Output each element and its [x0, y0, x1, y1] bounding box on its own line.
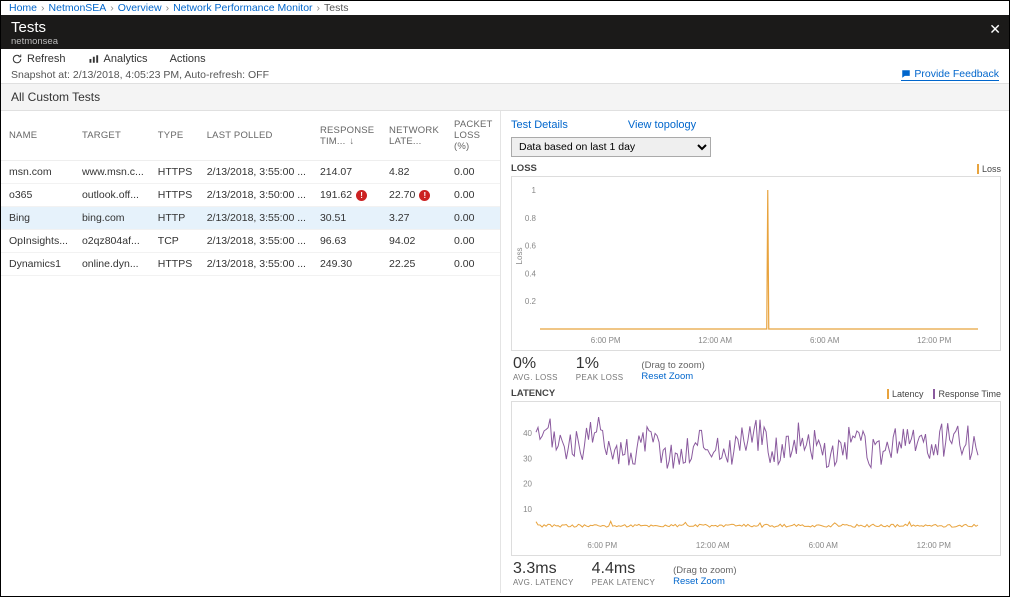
- svg-text:6:00 AM: 6:00 AM: [810, 336, 840, 345]
- loss-peak-label: PEAK LOSS: [576, 373, 624, 382]
- alert-icon: !: [356, 190, 367, 201]
- svg-text:40: 40: [523, 429, 532, 438]
- col-last-polled[interactable]: LAST POLLED: [199, 111, 312, 161]
- svg-text:6:00 AM: 6:00 AM: [809, 541, 839, 550]
- close-icon[interactable]: ✕: [989, 21, 1001, 38]
- table-row[interactable]: Bingbing.comHTTP2/13/2018, 3:55:00 ...30…: [1, 207, 500, 230]
- crumb-tests: Tests: [324, 2, 349, 14]
- actions-label: Actions: [170, 53, 206, 65]
- sort-desc-icon: ↓: [349, 136, 354, 147]
- tests-table: NAME TARGET TYPE LAST POLLED RESPONSE TI…: [1, 111, 500, 276]
- crumb-npm[interactable]: Network Performance Monitor: [173, 2, 312, 14]
- latency-chart-block: LATENCY Latency Response Time 10 20 30 40 6:…: [511, 388, 1001, 587]
- latency-peak-label: PEAK LATENCY: [592, 578, 655, 587]
- svg-text:12:00 AM: 12:00 AM: [696, 541, 730, 550]
- latency-avg-value: 3.3ms: [513, 560, 574, 578]
- analytics-label: Analytics: [104, 53, 148, 65]
- feedback-icon: [901, 69, 911, 79]
- col-response-time[interactable]: RESPONSE TIM...↓: [312, 111, 381, 161]
- svg-text:6:00 PM: 6:00 PM: [587, 541, 617, 550]
- provide-feedback-link[interactable]: Provide Feedback: [901, 68, 999, 81]
- test-details-link[interactable]: Test Details: [511, 119, 568, 131]
- col-packet-loss[interactable]: PACKET LOSS (%): [446, 111, 500, 161]
- analytics-button[interactable]: Analytics: [88, 53, 148, 65]
- col-target[interactable]: TARGET: [74, 111, 150, 161]
- loss-reset-zoom[interactable]: Reset Zoom: [641, 371, 704, 382]
- alert-icon: !: [419, 190, 430, 201]
- loss-avg-value: 0%: [513, 355, 558, 373]
- time-range-select[interactable]: Data based on last 1 day: [511, 137, 711, 157]
- table-row[interactable]: msn.comwww.msn.c...HTTPS2/13/2018, 3:55:…: [1, 161, 500, 184]
- svg-text:0.4: 0.4: [525, 269, 537, 278]
- page-subtitle: netmonsea: [11, 36, 999, 47]
- col-name[interactable]: NAME: [1, 111, 74, 161]
- page-title: Tests: [11, 19, 999, 36]
- loss-legend: Loss: [977, 164, 1001, 174]
- svg-text:10: 10: [523, 505, 532, 514]
- latency-peak-value: 4.4ms: [592, 560, 655, 578]
- refresh-label: Refresh: [27, 53, 66, 65]
- latency-legend-lat: Latency: [887, 389, 924, 399]
- table-header-row: NAME TARGET TYPE LAST POLLED RESPONSE TI…: [1, 111, 500, 161]
- svg-text:12:00 AM: 12:00 AM: [698, 336, 732, 345]
- svg-text:0.8: 0.8: [525, 214, 537, 223]
- svg-text:1: 1: [532, 186, 537, 195]
- svg-text:12:00 PM: 12:00 PM: [917, 336, 952, 345]
- actions-button[interactable]: Actions: [170, 53, 206, 65]
- latency-drag-hint: (Drag to zoom): [673, 565, 736, 576]
- loss-avg-label: AVG. LOSS: [513, 373, 558, 382]
- section-all-custom-tests: All Custom Tests: [1, 83, 1009, 111]
- loss-chart-block: LOSS Loss 0.2 0.4 0.6 0.8 1 Loss 6:00 PM 12:00 …: [511, 163, 1001, 382]
- loss-chart[interactable]: 0.2 0.4 0.6 0.8 1 Loss 6:00 PM 12:00 AM 6:00 AM 1…: [511, 176, 1001, 351]
- svg-text:30: 30: [523, 454, 532, 463]
- breadcrumb: Home› NetmonSEA› Overview› Network Perfo…: [1, 1, 1009, 15]
- table-row[interactable]: OpInsights...o2qz804af...TCP2/13/2018, 3…: [1, 230, 500, 253]
- latency-avg-label: AVG. LATENCY: [513, 578, 574, 587]
- table-row[interactable]: Dynamics1online.dyn...HTTPS2/13/2018, 3:…: [1, 253, 500, 276]
- crumb-netmonsea[interactable]: NetmonSEA: [49, 2, 107, 14]
- svg-text:0.2: 0.2: [525, 297, 537, 306]
- table-row[interactable]: o365outlook.off...HTTPS2/13/2018, 3:50:0…: [1, 184, 500, 207]
- col-type[interactable]: TYPE: [150, 111, 199, 161]
- loss-peak-value: 1%: [576, 355, 624, 373]
- loss-drag-hint: (Drag to zoom): [641, 360, 704, 371]
- tests-table-panel: NAME TARGET TYPE LAST POLLED RESPONSE TI…: [1, 111, 501, 593]
- svg-text:0.6: 0.6: [525, 242, 537, 251]
- col-network-latency[interactable]: NETWORK LATE...: [381, 111, 446, 161]
- svg-text:20: 20: [523, 480, 532, 489]
- svg-text:Loss: Loss: [515, 248, 524, 265]
- latency-title: LATENCY: [511, 388, 555, 399]
- loss-title: LOSS: [511, 163, 537, 174]
- feedback-label: Provide Feedback: [914, 68, 999, 80]
- svg-text:6:00 PM: 6:00 PM: [591, 336, 621, 345]
- blade-header: Tests netmonsea ✕: [1, 15, 1009, 49]
- analytics-icon: [88, 53, 100, 65]
- details-panel: Test Details View topology Data based on…: [501, 111, 1009, 593]
- view-topology-link[interactable]: View topology: [628, 119, 696, 131]
- latency-reset-zoom[interactable]: Reset Zoom: [673, 576, 736, 587]
- svg-text:12:00 PM: 12:00 PM: [917, 541, 952, 550]
- snapshot-text: Snapshot at: 2/13/2018, 4:05:23 PM, Auto…: [11, 69, 269, 81]
- toolbar: Refresh Analytics Actions: [1, 49, 1009, 67]
- crumb-overview[interactable]: Overview: [118, 2, 162, 14]
- refresh-icon: [11, 53, 23, 65]
- latency-chart[interactable]: 10 20 30 40 6:00 PM 12:00 AM 6:00 AM 12:00 PM: [511, 401, 1001, 556]
- latency-legend-resp: Response Time: [933, 389, 1001, 399]
- refresh-button[interactable]: Refresh: [11, 53, 66, 65]
- crumb-home[interactable]: Home: [9, 2, 37, 14]
